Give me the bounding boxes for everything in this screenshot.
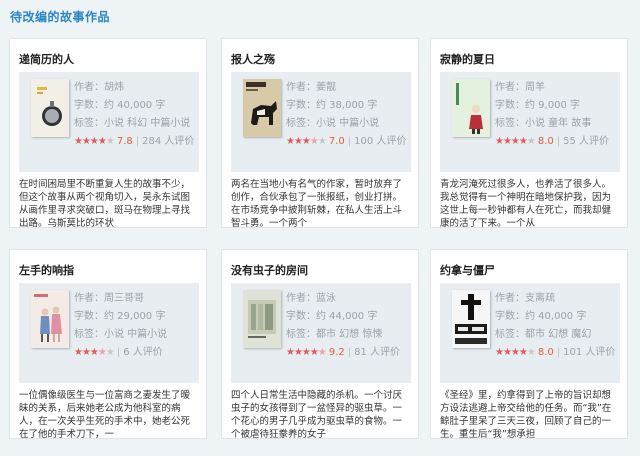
word-count: 字数：约 29,000 字 xyxy=(74,311,166,322)
info-box: 作者：周三哥哥 字数：约 29,000 字 标签：小说 中篇小说 ★★★★★ | 6… xyxy=(19,283,199,383)
tags-label: 标签：小说 中篇小说 xyxy=(74,329,168,340)
word-count: 字数：约 38,000 字 xyxy=(286,100,378,111)
rating-row: ★★★★★ 9.2 | 81 人评价 xyxy=(286,347,401,358)
star-rating-icon: ★★★★★ xyxy=(495,347,536,358)
story-card[interactable]: 没有虫子的房间 作者：蓝泳 字数：约 44,000 字 标签：都市 幻想 惊悚 … xyxy=(221,249,419,439)
star-rating-icon: ★★★★★ xyxy=(286,347,327,358)
rating-row: ★★★★★ | 6 人评价 xyxy=(74,347,163,358)
rating-row: ★★★★★ 7.0 | 100 人评价 xyxy=(286,136,407,147)
tags-label: 标签：小说 童年 故事 xyxy=(495,118,592,129)
card-title-link[interactable]: 递简历的人 xyxy=(19,51,74,67)
rating-row: ★★★★★ 7.8 | 284 人评价 xyxy=(74,136,195,147)
info-box: 作者：胡炜 字数：约 40,000 字 标签：小说 科幻 中篇小说 ★★★★★ 7… xyxy=(19,72,199,172)
score-value: 8.0 xyxy=(537,136,554,147)
couple-cover-icon[interactable] xyxy=(31,290,69,348)
tags-label: 标签：小说 中篇小说 xyxy=(286,118,380,129)
story-description: 《圣经》里，约拿得到了上帝的旨识却想方设法逃避上帝交给他的任务。而“我”在鲸肚子… xyxy=(440,390,612,439)
story-card[interactable]: 左手的响指 作者：周三哥哥 字数：约 29,000 字 标签：小说 中篇小说 ★… xyxy=(9,249,207,439)
word-count: 字数：约 40,000 字 xyxy=(495,311,587,322)
story-card[interactable]: 约拿与僵尸 作者：支离疏 字数：约 40,000 字 标签：都市 幻想 魔幻 ★… xyxy=(430,249,628,439)
word-count: 字数：约 44,000 字 xyxy=(286,311,378,322)
story-description: 两名在当地小有名气的作家，暂时放弃了创作，合伙承包了一张报纸，创业打拼。在市场竞… xyxy=(231,179,403,228)
story-card[interactable]: 寂静的夏日 作者：周羊 字数：约 9,000 字 标签：小说 童年 故事 ★★★… xyxy=(430,38,628,228)
room-cover-icon[interactable] xyxy=(243,290,281,348)
info-box: 作者：姜靓 字数：约 38,000 字 标签：小说 中篇小说 ★★★★★ 7.0 |… xyxy=(231,72,411,172)
author-label: 作者：周羊 xyxy=(495,82,545,93)
tags-label: 标签：都市 幻想 魔幻 xyxy=(495,329,592,340)
story-description: 在时间困局里不断重复人生的故事不少，但这个故事从两个视角切入，吴永东试图从画作里… xyxy=(19,179,191,228)
story-card[interactable]: 递简历的人 作者：胡炜 字数：约 40,000 字 标签：小说 科幻 中篇小说 … xyxy=(9,38,207,228)
score-value: 8.0 xyxy=(537,347,554,358)
child-cover-icon[interactable] xyxy=(452,79,490,137)
star-rating-icon: ★★★★★ xyxy=(286,136,327,147)
story-description: 四个人日常生活中隐藏的杀机。一个讨厌虫子的女孩得到了一盆怪异的驱虫草。一个花心的… xyxy=(231,390,403,439)
cross-cover-icon[interactable] xyxy=(452,290,490,348)
author-label: 作者：周三哥哥 xyxy=(74,293,144,304)
card-title-link[interactable]: 约拿与僵尸 xyxy=(440,262,495,278)
score-value: 7.0 xyxy=(328,136,345,147)
author-label: 作者：支离疏 xyxy=(495,293,555,304)
word-count: 字数：约 9,000 字 xyxy=(495,100,580,111)
star-rating-icon: ★★★★★ xyxy=(74,136,115,147)
author-label: 作者：姜靓 xyxy=(286,82,336,93)
story-card[interactable]: 报人之殇 作者：姜靓 字数：约 38,000 字 标签：小说 中篇小说 ★★★★… xyxy=(221,38,419,228)
info-box: 作者：支离疏 字数：约 40,000 字 标签：都市 幻想 魔幻 ★★★★★ 8.… xyxy=(440,283,620,383)
author-label: 作者：胡炜 xyxy=(74,82,124,93)
rating-row: ★★★★★ 8.0 | 55 人评价 xyxy=(495,136,610,147)
score-value: 9.2 xyxy=(328,347,345,358)
review-count: 81 人评价 xyxy=(354,347,401,358)
card-title-link[interactable]: 没有虫子的房间 xyxy=(231,262,308,278)
author-label: 作者：蓝泳 xyxy=(286,293,336,304)
review-count: 284 人评价 xyxy=(142,136,195,147)
story-description: 一位偶像级医生与一位富商之妻发生了暧昧的关系，后来她老公成为他科室的病人，在一次… xyxy=(19,390,191,439)
card-title-link[interactable]: 寂静的夏日 xyxy=(440,51,495,67)
rating-row: ★★★★★ 8.0 | 101 人评价 xyxy=(495,347,616,358)
tags-label: 标签：都市 幻想 惊悚 xyxy=(286,329,383,340)
review-count: 101 人评价 xyxy=(563,347,616,358)
card-title-link[interactable]: 报人之殇 xyxy=(231,51,275,67)
lightbulb-cover-icon[interactable] xyxy=(31,79,69,137)
info-box: 作者：周羊 字数：约 9,000 字 标签：小说 童年 故事 ★★★★★ 8.0 |… xyxy=(440,72,620,172)
dog-cover-icon[interactable] xyxy=(243,79,281,137)
review-count: 100 人评价 xyxy=(354,136,407,147)
review-count: 6 人评价 xyxy=(123,347,163,358)
word-count: 字数：约 40,000 字 xyxy=(74,100,166,111)
page: 待改编的故事作品 递简历的人 作者：胡炜 字数：约 40,000 字 标签：小说… xyxy=(0,0,640,456)
score-value: 7.8 xyxy=(116,136,133,147)
info-box: 作者：蓝泳 字数：约 44,000 字 标签：都市 幻想 惊悚 ★★★★★ 9.2… xyxy=(231,283,411,383)
star-rating-icon: ★★★★★ xyxy=(495,136,536,147)
card-title-link[interactable]: 左手的响指 xyxy=(19,262,74,278)
review-count: 55 人评价 xyxy=(563,136,610,147)
tags-label: 标签：小说 科幻 中篇小说 xyxy=(74,118,191,129)
star-rating-icon: ★★★★★ xyxy=(74,347,115,358)
story-description: 青龙河淹死过很多人，也养活了很多人。我总觉得有一个神明在暗地保护我，因为这世上每… xyxy=(440,179,612,228)
section-title: 待改编的故事作品 xyxy=(10,10,111,24)
